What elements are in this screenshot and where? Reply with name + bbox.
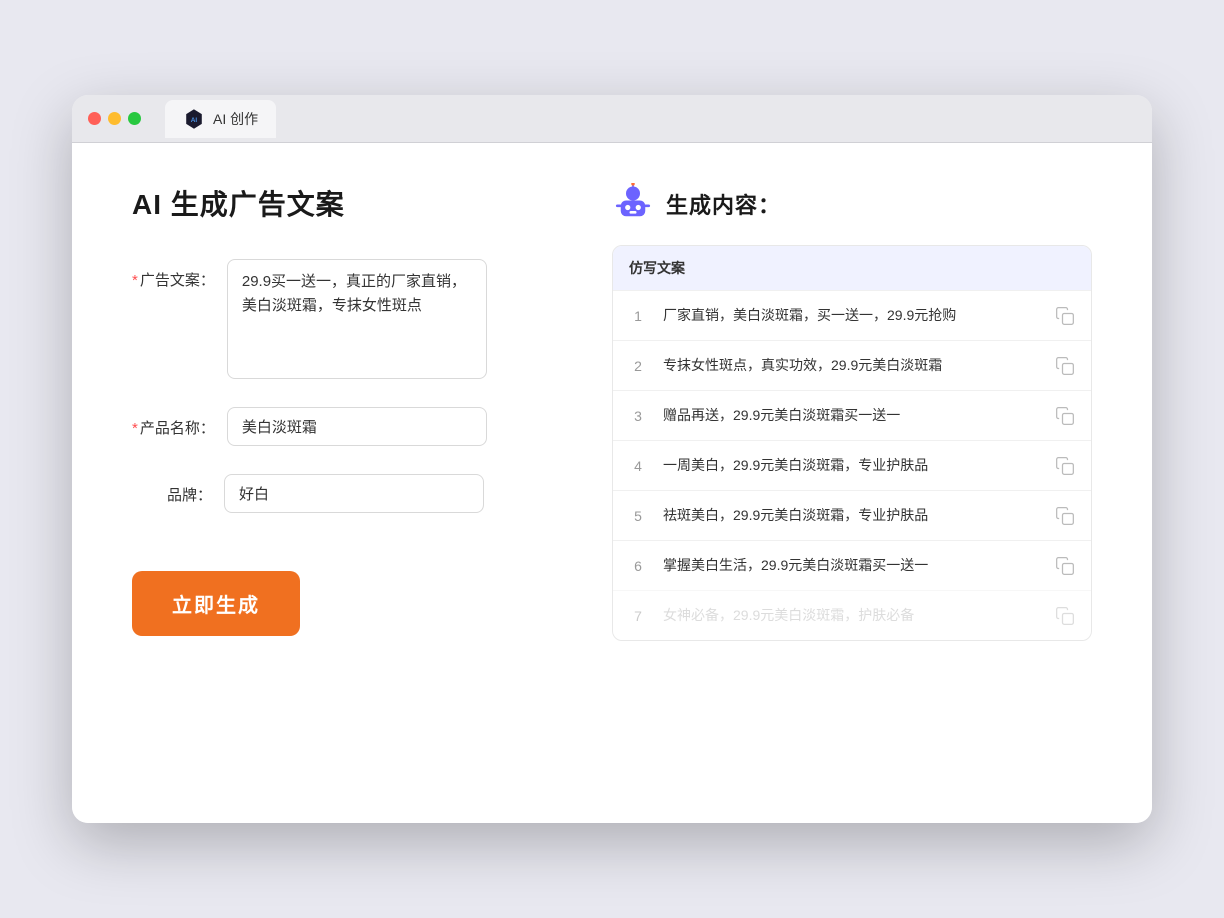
- copy-icon-3[interactable]: [1055, 406, 1075, 426]
- browser-content: AI 生成广告文案 *广告文案： 29.9买一送一，真正的厂家直销，美白淡斑霜，…: [72, 143, 1152, 823]
- result-table: 仿写文案 1 厂家直销，美白淡斑霜，买一送一，29.9元抢购 2 专抹女性斑点，…: [612, 245, 1092, 641]
- main-layout: AI 生成广告文案 *广告文案： 29.9买一送一，真正的厂家直销，美白淡斑霜，…: [132, 183, 1092, 641]
- result-row: 1 厂家直销，美白淡斑霜，买一送一，29.9元抢购: [613, 290, 1091, 340]
- result-row: 3 赠品再送，29.9元美白淡斑霜买一送一: [613, 390, 1091, 440]
- ad-copy-group: *广告文案： 29.9买一送一，真正的厂家直销，美白淡斑霜，专抹女性斑点: [132, 259, 552, 379]
- result-table-header: 仿写文案: [613, 246, 1091, 290]
- ad-copy-label: *广告文案：: [132, 259, 215, 290]
- result-num-6: 6: [629, 558, 647, 574]
- minimize-button[interactable]: [108, 112, 121, 125]
- close-button[interactable]: [88, 112, 101, 125]
- product-name-required: *: [132, 420, 138, 437]
- maximize-button[interactable]: [128, 112, 141, 125]
- tab-label: AI 创作: [213, 109, 258, 129]
- result-num-5: 5: [629, 508, 647, 524]
- result-text-6: 掌握美白生活，29.9元美白淡斑霜买一送一: [663, 555, 1039, 576]
- svg-text:AI: AI: [191, 116, 198, 123]
- result-num-2: 2: [629, 358, 647, 374]
- brand-group: 品牌：: [132, 474, 552, 513]
- result-row: 4 一周美白，29.9元美白淡斑霜，专业护肤品: [613, 440, 1091, 490]
- copy-icon-1[interactable]: [1055, 306, 1075, 326]
- ai-tab-icon: AI: [183, 108, 205, 130]
- result-text-7: 女神必备，29.9元美白淡斑霜，护肤必备: [663, 605, 1039, 626]
- browser-window: AI AI 创作 AI 生成广告文案 *广告文案： 29.9买一送一，真正的厂家…: [72, 95, 1152, 823]
- result-row: 2 专抹女性斑点，真实功效，29.9元美白淡斑霜: [613, 340, 1091, 390]
- product-name-group: *产品名称：: [132, 407, 552, 446]
- copy-icon-6[interactable]: [1055, 556, 1075, 576]
- result-header: 生成内容：: [612, 183, 1092, 225]
- result-row-faded: 7 女神必备，29.9元美白淡斑霜，护肤必备: [613, 590, 1091, 640]
- result-text-2: 专抹女性斑点，真实功效，29.9元美白淡斑霜: [663, 355, 1039, 376]
- titlebar: AI AI 创作: [72, 95, 1152, 143]
- result-num-4: 4: [629, 458, 647, 474]
- right-panel: 生成内容： 仿写文案 1 厂家直销，美白淡斑霜，买一送一，29.9元抢购 2 专…: [612, 183, 1092, 641]
- traffic-lights: [88, 112, 141, 125]
- ad-copy-input[interactable]: 29.9买一送一，真正的厂家直销，美白淡斑霜，专抹女性斑点: [227, 259, 487, 379]
- page-title: AI 生成广告文案: [132, 183, 552, 223]
- ai-tab[interactable]: AI AI 创作: [165, 100, 276, 138]
- generate-button[interactable]: 立即生成: [132, 571, 300, 636]
- brand-label: 品牌：: [132, 474, 212, 505]
- copy-icon-7[interactable]: [1055, 606, 1075, 626]
- result-text-4: 一周美白，29.9元美白淡斑霜，专业护肤品: [663, 455, 1039, 476]
- left-panel: AI 生成广告文案 *广告文案： 29.9买一送一，真正的厂家直销，美白淡斑霜，…: [132, 183, 552, 636]
- copy-icon-5[interactable]: [1055, 506, 1075, 526]
- brand-input[interactable]: [224, 474, 484, 513]
- product-name-input[interactable]: [227, 407, 487, 446]
- robot-icon: [612, 183, 654, 225]
- result-num-7: 7: [629, 608, 647, 624]
- product-name-label: *产品名称：: [132, 407, 215, 438]
- result-num-3: 3: [629, 408, 647, 424]
- result-title: 生成内容：: [666, 188, 781, 220]
- copy-icon-4[interactable]: [1055, 456, 1075, 476]
- result-row: 6 掌握美白生活，29.9元美白淡斑霜买一送一: [613, 540, 1091, 590]
- result-text-5: 祛斑美白，29.9元美白淡斑霜，专业护肤品: [663, 505, 1039, 526]
- result-num-1: 1: [629, 308, 647, 324]
- copy-icon-2[interactable]: [1055, 356, 1075, 376]
- result-text-3: 赠品再送，29.9元美白淡斑霜买一送一: [663, 405, 1039, 426]
- ad-copy-required: *: [132, 272, 138, 289]
- result-text-1: 厂家直销，美白淡斑霜，买一送一，29.9元抢购: [663, 305, 1039, 326]
- result-row: 5 祛斑美白，29.9元美白淡斑霜，专业护肤品: [613, 490, 1091, 540]
